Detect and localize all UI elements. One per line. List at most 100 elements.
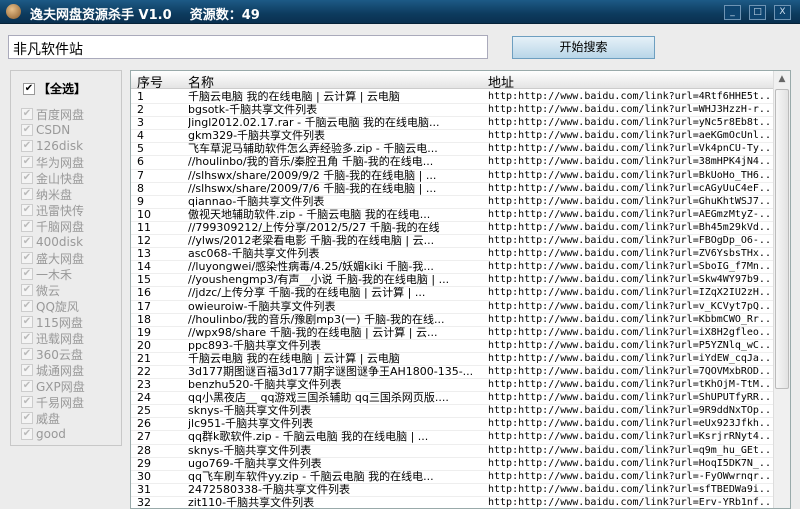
table-row[interactable]: 20 ppc893-千脑共享文件列表 http:http://www.baidu.c…: [131, 340, 773, 353]
table-row[interactable]: 23 benzhu520-千脑共享文件列表 http:http://www.baid…: [131, 379, 773, 393]
table-row[interactable]: 7 //slhswx/share/2009/9/2 千脑-我的在线电脑 | ...…: [131, 170, 773, 183]
disk-checkbox[interactable]: ✔ 威盘: [21, 410, 85, 426]
disk-checkbox[interactable]: ✔ good: [21, 426, 85, 442]
table-row[interactable]: 1 千脑云电脑 我的在线电脑 | 云计算 | 云电脑 http:http://www…: [131, 91, 773, 105]
disk-label: good: [36, 427, 66, 441]
row-name: qq小黑夜店__ qq游戏三国杀辅助 qq三国杀网页版....: [188, 392, 449, 405]
disk-checkbox[interactable]: ✔ 115网盘: [21, 314, 85, 330]
table-row[interactable]: 10 傲视天地辅助软件.zip - 千脑云电脑 我的在线电... http:http…: [131, 209, 773, 222]
disk-label: 微云: [36, 283, 61, 298]
row-name: //wpx98/share 千脑-我的在线电脑 | 云计算 | 云...: [188, 326, 438, 339]
disk-checkbox[interactable]: ✔ 迅载网盘: [21, 330, 85, 346]
row-name: qiannao-千脑共享文件列表: [188, 195, 325, 208]
row-name: qq群k歌软件.zip - 千脑云电脑 我的在线电脑 | ...: [188, 431, 429, 444]
disk-checkbox[interactable]: ✔ 126disk: [21, 138, 85, 154]
disk-checkbox[interactable]: ✔ 千易网盘: [21, 394, 85, 410]
table-row[interactable]: 4 gkm329-千脑共享文件列表 http:http://www.baidu.co…: [131, 130, 773, 144]
row-url: http:http://www.baidu.com/link?url=P5YZN…: [488, 339, 771, 351]
disk-checkbox[interactable]: ✔ 400disk: [21, 234, 85, 250]
row-url: http:http://www.baidu.com/link?url=Vk4pn…: [488, 143, 771, 155]
vertical-scrollbar[interactable]: ▲: [773, 71, 790, 508]
disk-label: 盛大网盘: [36, 251, 85, 266]
table-row[interactable]: 19 //wpx98/share 千脑-我的在线电脑 | 云计算 | 云... ht…: [131, 327, 773, 340]
minimize-button[interactable]: _: [724, 5, 741, 20]
row-index: 30: [137, 470, 151, 483]
disk-checkbox[interactable]: ✔ 城通网盘: [21, 362, 85, 378]
row-name: //jdzc/上传分享 千脑-我的在线电脑 | 云计算 | ...: [188, 287, 426, 300]
table-row[interactable]: 12 //ylws/2012老梁看电影 千脑-我的在线电脑 | 云... http:…: [131, 235, 773, 249]
select-all-checkbox[interactable]: ✔ 【全选】: [23, 80, 86, 97]
table-row[interactable]: 29 ugo769-千脑共享文件列表 http:http://www.baidu.c…: [131, 458, 773, 471]
row-url: http:http://www.baidu.com/link?url=sfTBE…: [488, 483, 771, 495]
table-row[interactable]: 15 //youshengmp3/有声__小说 千脑-我的在线电脑 | ... ht…: [131, 274, 773, 288]
disk-checkbox[interactable]: ✔ 迅雷快传: [21, 202, 85, 218]
disk-checkbox[interactable]: ✔ 金山快盘: [21, 170, 85, 186]
row-name: 千脑云电脑 我的在线电脑 | 云计算 | 云电脑: [188, 91, 400, 103]
row-index: 3: [137, 117, 144, 130]
table-row[interactable]: 26 jlc951-千脑共享文件列表 http:http://www.baidu.c…: [131, 418, 773, 432]
table-row[interactable]: 11 //799309212/上传分享/2012/5/27 千脑-我的在线 http…: [131, 222, 773, 236]
table-row[interactable]: 5 飞车草泥马辅助软件怎么弄经验多.zip - 千脑云电... http:http:…: [131, 143, 773, 157]
check-icon: ✔: [21, 380, 33, 392]
disk-checkbox[interactable]: ✔ 盛大网盘: [21, 250, 85, 266]
maximize-button[interactable]: □: [749, 5, 766, 20]
row-index: 16: [137, 287, 151, 300]
scroll-up-icon[interactable]: ▲: [774, 71, 790, 88]
table-row[interactable]: 22 3d177期图谜百福3d177期字谜图谜争王AH1800-135-... ht…: [131, 365, 773, 380]
row-name: //houlinbo/我的音乐/豫剧mp3(一) 千脑-我的在线...: [188, 313, 445, 326]
table-row[interactable]: 17 owieuroiw-千脑共享文件列表 http:http://www.baid…: [131, 301, 773, 314]
table-row[interactable]: 21 千脑云电脑 我的在线电脑 | 云计算 | 云电脑 http:http://ww…: [131, 353, 773, 366]
table-row[interactable]: 24 qq小黑夜店__ qq游戏三国杀辅助 qq三国杀网页版.... http:ht…: [131, 392, 773, 406]
table-row[interactable]: 28 sknys-千脑共享文件列表 http:http://www.baidu.co…: [131, 445, 773, 458]
row-name: ppc893-千脑共享文件列表: [188, 339, 321, 352]
column-header-index[interactable]: 序号: [137, 72, 163, 91]
disk-checkbox[interactable]: ✔ 微云: [21, 282, 85, 298]
table-row[interactable]: 32 zit110-千脑共享文件列表 http:http://www.baidu.c…: [131, 497, 773, 508]
column-header-name[interactable]: 名称: [188, 72, 214, 91]
disk-label: 纳米盘: [36, 187, 73, 202]
row-index: 1: [137, 91, 144, 103]
table-row[interactable]: 27 qq群k歌软件.zip - 千脑云电脑 我的在线电脑 | ... http:h…: [131, 431, 773, 445]
table-row[interactable]: 16 //jdzc/上传分享 千脑-我的在线电脑 | 云计算 | ... http:…: [131, 287, 773, 301]
table-row[interactable]: 8 //slhswx/share/2009/7/6 千脑-我的在线电脑 | ...…: [131, 183, 773, 196]
row-name: ugo769-千脑共享文件列表: [188, 457, 322, 470]
close-button[interactable]: X: [774, 5, 791, 20]
disk-checkbox[interactable]: ✔ CSDN: [21, 122, 85, 138]
table-row[interactable]: 13 asc068-千脑共享文件列表 http:http://www.baidu.c…: [131, 248, 773, 262]
disk-checkbox[interactable]: ✔ GXP网盘: [21, 378, 85, 394]
table-row[interactable]: 31 2472580338-千脑共享文件列表 http:http://www.bai…: [131, 484, 773, 497]
check-icon: ✔: [21, 236, 33, 248]
row-url: http:http://www.baidu.com/link?url=aeKGm…: [488, 130, 771, 142]
disk-label: 百度网盘: [36, 107, 85, 122]
disk-checkbox[interactable]: ✔ 华为网盘: [21, 154, 85, 170]
disk-checkbox[interactable]: ✔ 360云盘: [21, 346, 85, 362]
scrollbar-thumb[interactable]: [775, 89, 789, 389]
row-index: 19: [137, 326, 151, 339]
disk-checkbox[interactable]: ✔ QQ旋风: [21, 298, 85, 314]
table-row[interactable]: 6 //houlinbo/我的音乐/秦腔丑角 千脑-我的在线电... http:ht…: [131, 156, 773, 170]
row-index: 22: [137, 365, 151, 378]
table-row[interactable]: 14 //luyongwei/感染性病毒/4.25/妖媚kiki 千脑-我... h…: [131, 261, 773, 275]
table-row[interactable]: 18 //houlinbo/我的音乐/豫剧mp3(一) 千脑-我的在线... htt…: [131, 314, 773, 327]
disk-checkbox[interactable]: ✔ 千脑网盘: [21, 218, 85, 234]
table-row[interactable]: 30 qq飞车刷车软件yy.zip - 千脑云电脑 我的在线电... http:ht…: [131, 471, 773, 484]
table-row[interactable]: 9 qiannao-千脑共享文件列表 http:http://www.baidu.c…: [131, 196, 773, 209]
row-url: http:http://www.baidu.com/link?url=tKhOj…: [488, 379, 771, 391]
start-search-button[interactable]: 开始搜索: [512, 36, 655, 59]
column-header-url[interactable]: 地址: [488, 72, 514, 91]
check-icon: ✔: [21, 332, 33, 344]
table-row[interactable]: 2 bgsotk-千脑共享文件列表 http:http://www.baidu.co…: [131, 104, 773, 118]
check-icon: ✔: [21, 412, 33, 424]
disk-checkbox[interactable]: ✔ 纳米盘: [21, 186, 85, 202]
search-input[interactable]: 非凡软件站: [8, 35, 488, 59]
disk-checkbox[interactable]: ✔ 一木禾: [21, 266, 85, 282]
check-icon: ✔: [21, 140, 33, 152]
row-index: 2: [137, 104, 144, 117]
check-icon: ✔: [21, 348, 33, 360]
table-row[interactable]: 3 Jingl2012.02.17.rar - 千脑云电脑 我的在线电脑... ht…: [131, 117, 773, 131]
check-icon: ✔: [21, 172, 33, 184]
row-url: http:http://www.baidu.com/link?url=BkUoH…: [488, 169, 771, 181]
row-index: 5: [137, 143, 144, 156]
table-row[interactable]: 25 sknys-千脑共享文件列表 http:http://www.baidu.co…: [131, 405, 773, 419]
disk-checkbox[interactable]: ✔ 百度网盘: [21, 106, 85, 122]
